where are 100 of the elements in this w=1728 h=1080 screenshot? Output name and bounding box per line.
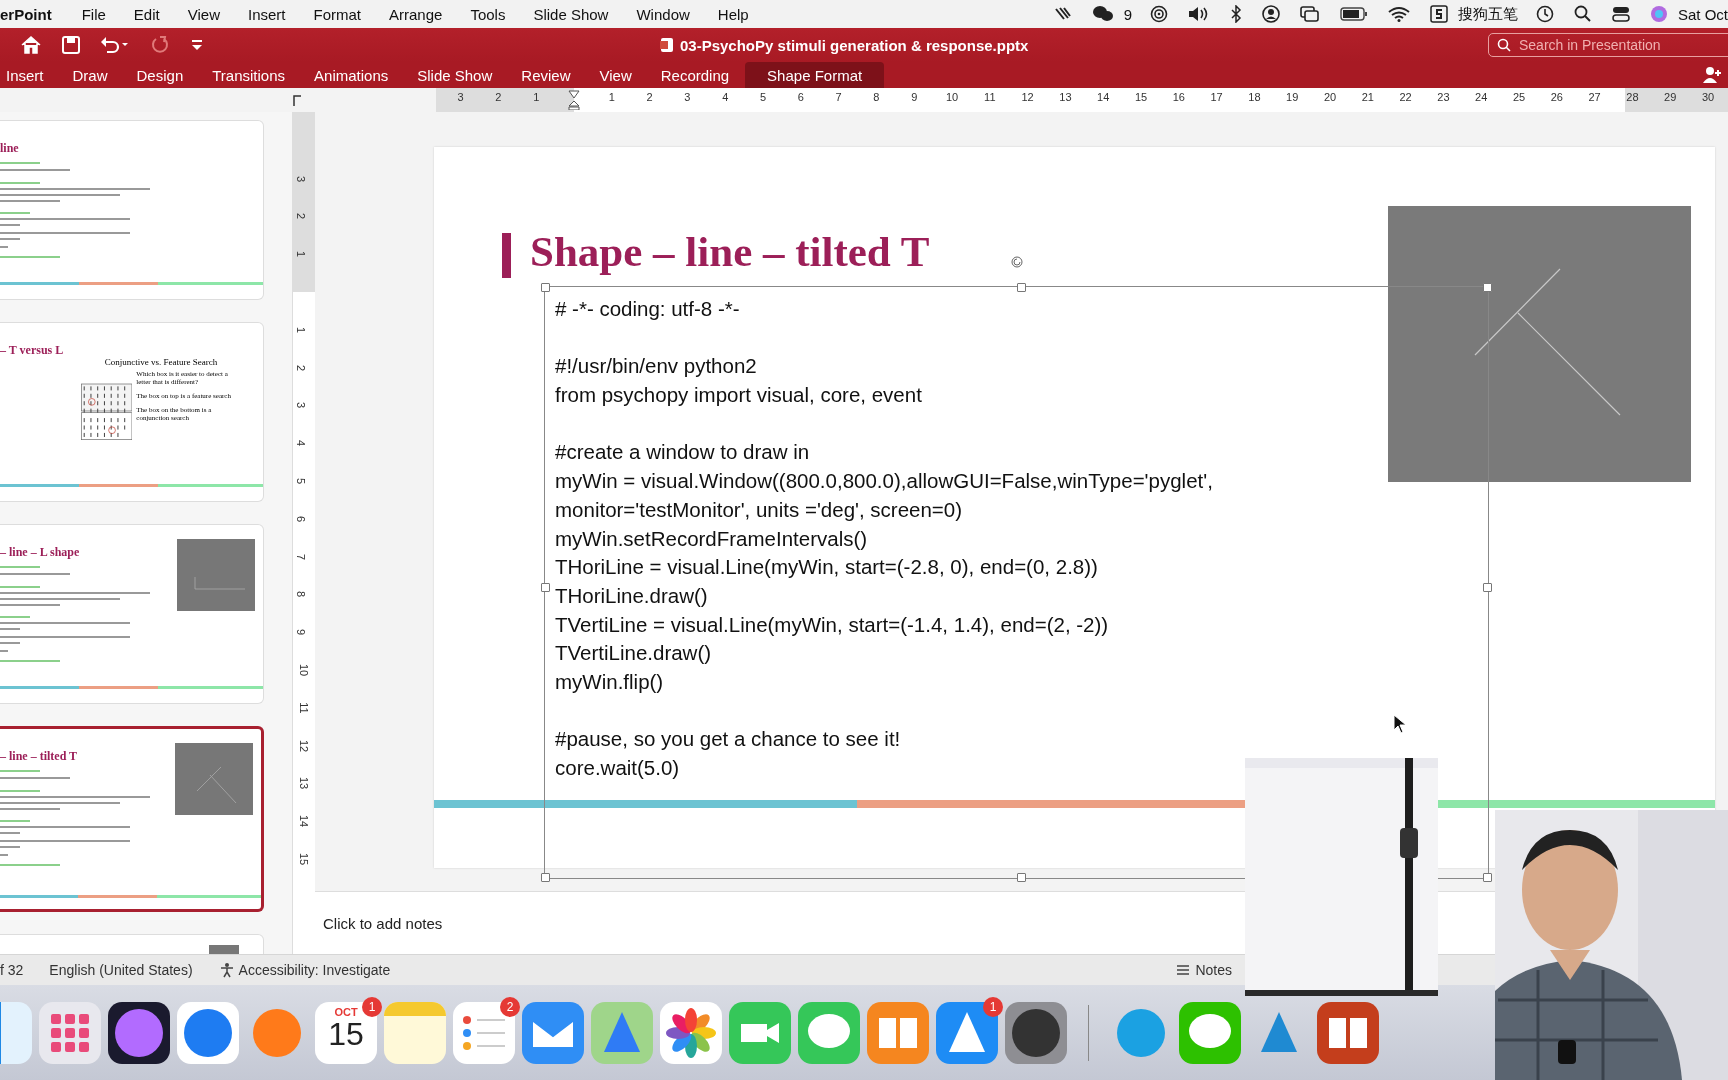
ruler-number: 2 [295,213,308,220]
code-line: # -*- coding: utf-8 -*- [555,296,741,322]
ruler-number: 3 [295,175,308,182]
ruler-number: 3 [295,402,308,409]
menu-item[interactable]: Format [313,5,361,23]
code-line: #pause, so you get a chance to see it! [555,726,902,753]
search-field[interactable]: Search in Presentation [1488,33,1728,57]
notification-badge: 1 [362,996,382,1017]
menu-clock: Sat Oct [1677,5,1728,23]
menu-item[interactable]: Slide Show [533,5,609,23]
code-line: #create a window to draw in [555,439,811,466]
slide-title[interactable]: Shape – line – tilted T [530,227,930,276]
notes-button[interactable]: Notes [1170,961,1238,979]
ruler-number: 11 [984,91,996,103]
notes-placeholder[interactable]: Click to add notes [323,914,443,932]
calendar-day: 15 [328,1017,364,1050]
ribbon-tab[interactable]: View [586,62,645,88]
ribbon-tab[interactable]: Recording [647,62,743,88]
ribbon-tab[interactable]: Shape Format [745,62,885,88]
thumbnail-title: – line – L shape [0,545,81,560]
ruler-number: 24 [1475,91,1488,103]
ribbon-tab[interactable]: Draw [59,62,121,88]
code-line: from psychopy import visual, core, event [555,382,923,409]
ruler-number: 5 [295,477,308,485]
ruler-number: 14 [1097,91,1110,103]
menu-item[interactable]: View [187,5,220,23]
ruler-number: 1 [608,91,615,103]
ruler-number: 5 [759,91,767,103]
ruler-number: 10 [945,91,959,103]
input-method-label[interactable]: 搜狗五笔 [1457,4,1518,24]
accessibility-label[interactable]: Accessibility: Investigate [238,962,391,978]
menu-item[interactable]: Arrange [389,5,443,23]
ruler-number: 19 [1286,91,1299,103]
ruler-number: 13 [1059,91,1072,103]
ruler-number: 29 [1664,91,1677,103]
ruler-number: 14 [298,815,311,828]
ruler-number: 12 [298,739,311,752]
menu-item[interactable]: Tools [470,5,506,23]
ruler-number: 10 [298,663,311,677]
menu-item[interactable]: Help [717,5,749,23]
ruler-number: 7 [295,553,308,560]
ruler-number: 6 [797,91,804,103]
ruler-number: 28 [1626,91,1639,103]
ruler-number: 22 [1399,91,1412,103]
ruler-number: 6 [295,515,308,522]
ruler-number: 7 [835,91,842,103]
ruler-number: 9 [911,91,918,103]
ruler-number: 16 [1172,91,1185,103]
code-line: core.wait(5.0) [555,755,681,781]
ruler-number: 4 [295,440,308,447]
ruler-number: 18 [1248,91,1261,103]
code-line: TVertiLine = visual.Line(myWin, start=(-1.4, 1.4), end=(2, -2)) [555,611,1110,638]
code-line: myWin.setRecordFrameIntervals() [555,525,869,552]
ruler-number: 9 [295,629,308,636]
menu-item[interactable]: File [81,5,106,23]
ruler-number: 15 [298,852,311,866]
ribbon-tab[interactable]: Insert [0,62,57,88]
menu-item[interactable]: Window [636,5,690,23]
thumbnail-title: – T versus L [0,343,65,358]
menu-item[interactable]: Edit [133,5,160,23]
ruler-number: 25 [1512,91,1526,103]
ribbon-tab[interactable]: Animations [301,62,402,88]
ruler-number: 8 [295,591,308,598]
slide-count: f 32 [0,962,24,978]
calendar-month: OCT [334,1005,358,1018]
ruler-number: 3 [684,91,691,103]
ruler-number: 1 [295,251,308,258]
ruler-number: 1 [295,326,308,333]
ribbon-tab[interactable]: Slide Show [404,62,506,88]
ruler-number: 13 [298,777,311,790]
code-line: TVertiLine.draw() [555,640,713,667]
notification-badge: 2 [500,996,520,1017]
ruler-number: 11 [297,702,310,714]
ribbon-tab[interactable]: Review [508,62,584,88]
ruler-number: 3 [457,91,464,103]
ruler-number: 30 [1701,91,1715,103]
code-line: myWin = visual.Window((800.0,800.0),allowGUI=False,winType='pyglet', [555,468,1214,495]
code-line: myWin.flip() [555,668,665,695]
ruler-number: 12 [1021,91,1034,103]
language-label[interactable]: English (United States) [49,962,193,978]
thumbnail-heading: Conjunctive vs. Feature Search [103,357,219,367]
code-line: THoriLine = visual.Line(myWin, start=(-2.8, 0), end=(0, 2.8)) [555,554,1099,581]
thumbnail-title: – line – tilted T [0,749,79,764]
ruler-number: 26 [1550,91,1563,103]
thumbnail-title: line [0,141,20,156]
ruler-number: 17 [1210,91,1223,103]
ribbon-tab[interactable]: Transitions [199,62,299,88]
slide-thumbnail[interactable]: line [0,120,264,300]
slide-thumbnail[interactable]: – line – L shape [0,524,264,704]
app-menu[interactable]: erPoint [0,5,52,23]
menu-item[interactable]: Insert [247,5,286,23]
slide-thumbnail[interactable]: – line – tilted T [0,726,264,912]
code-line: monitor='testMonitor', units ='deg', screen=0) [555,496,964,523]
code-line: #!/usr/bin/env python2 [555,353,758,380]
message-count: 9 [1123,5,1132,23]
notification-badge: 1 [983,996,1003,1017]
ribbon-tab[interactable]: Design [123,62,197,88]
ruler-number: 4 [722,91,729,103]
code-line: THoriLine.draw() [555,582,709,609]
ruler-number: 8 [873,91,880,103]
